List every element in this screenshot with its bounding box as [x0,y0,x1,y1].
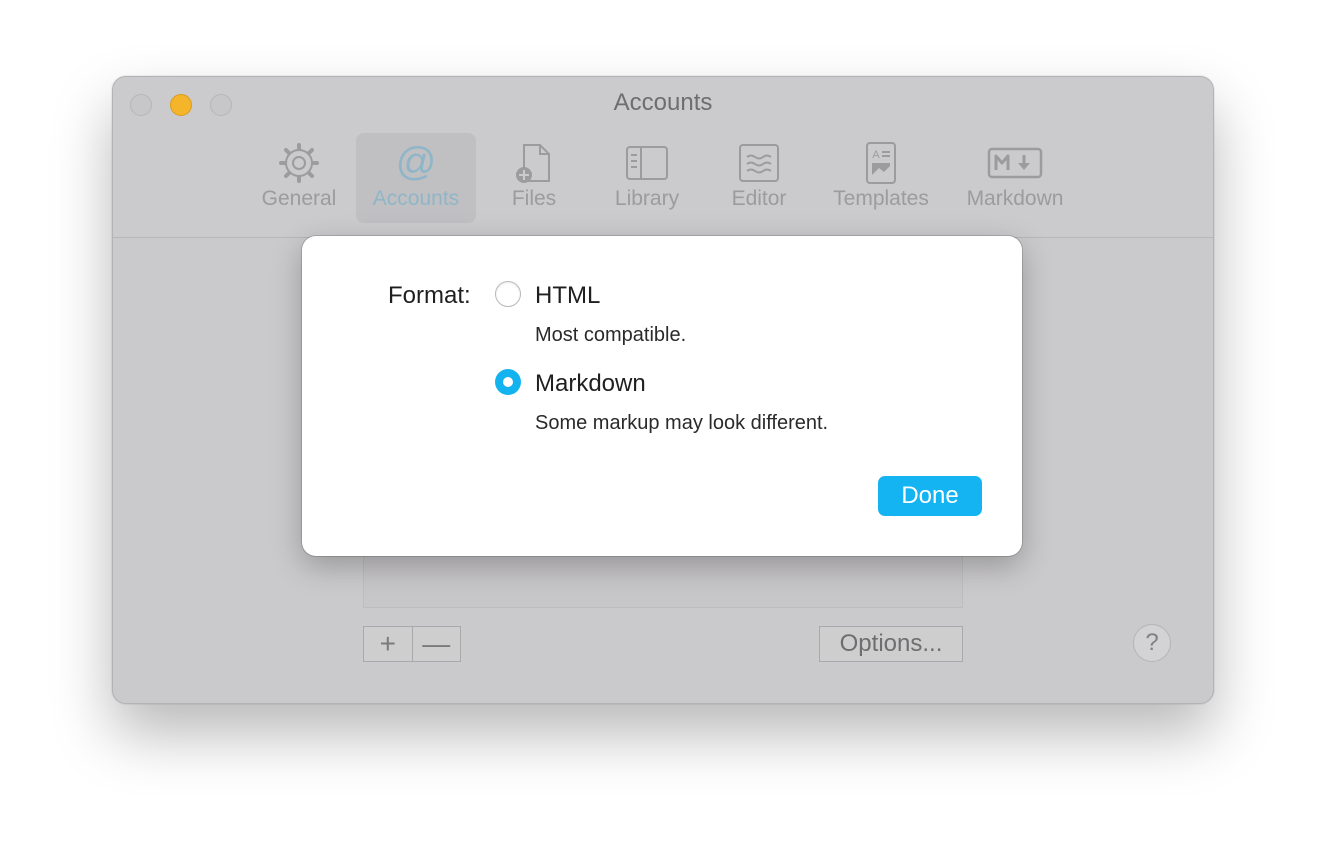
preferences-toolbar: General @ Accounts Files Library Editor … [113,133,1213,223]
tab-files[interactable]: Files [493,133,575,223]
tab-library-label: Library [614,187,680,210]
tab-markdown-label: Markdown [966,187,1064,210]
tab-editor-label: Editor [731,187,787,210]
add-account-button[interactable]: + [364,627,412,661]
markdown-icon [987,147,1043,179]
tab-editor[interactable]: Editor [717,133,801,223]
add-remove-control: + — [363,626,461,662]
tab-general-label: General [261,187,337,210]
svg-text:@: @ [396,141,437,184]
templates-icon: A [866,142,896,184]
format-sheet: Format: HTML Most compatible. Markdown S… [302,236,1022,556]
tab-files-label: Files [511,187,557,210]
tab-markdown[interactable]: Markdown [959,133,1071,223]
file-add-icon [516,144,550,183]
options-button[interactable]: Options... [819,626,963,662]
html-option-label[interactable]: HTML [535,282,600,310]
tab-accounts[interactable]: @ Accounts [356,133,476,223]
markdown-option-label[interactable]: Markdown [535,370,646,398]
remove-account-button[interactable]: — [411,627,461,661]
library-icon [626,146,668,180]
svg-text:A: A [872,149,880,161]
tab-accounts-label: Accounts [372,187,460,210]
tab-library[interactable]: Library [599,133,695,223]
format-label: Format: [388,282,471,309]
html-radio[interactable] [495,281,521,307]
html-option-description: Most compatible. [535,324,687,346]
done-button[interactable]: Done [878,476,982,516]
tab-templates[interactable]: A Templates [825,133,937,223]
help-button[interactable]: ? [1133,624,1171,662]
window-title: Accounts [613,89,713,116]
tab-general[interactable]: General [253,133,345,223]
markdown-option-description: Some markup may look different. [535,412,829,434]
editor-icon [739,144,779,182]
title-bar: Accounts General @ Accounts Files Librar… [113,77,1213,238]
gear-icon [279,143,319,183]
tab-templates-label: Templates [833,187,929,210]
at-icon: @ [396,141,437,184]
markdown-radio[interactable] [495,369,521,395]
